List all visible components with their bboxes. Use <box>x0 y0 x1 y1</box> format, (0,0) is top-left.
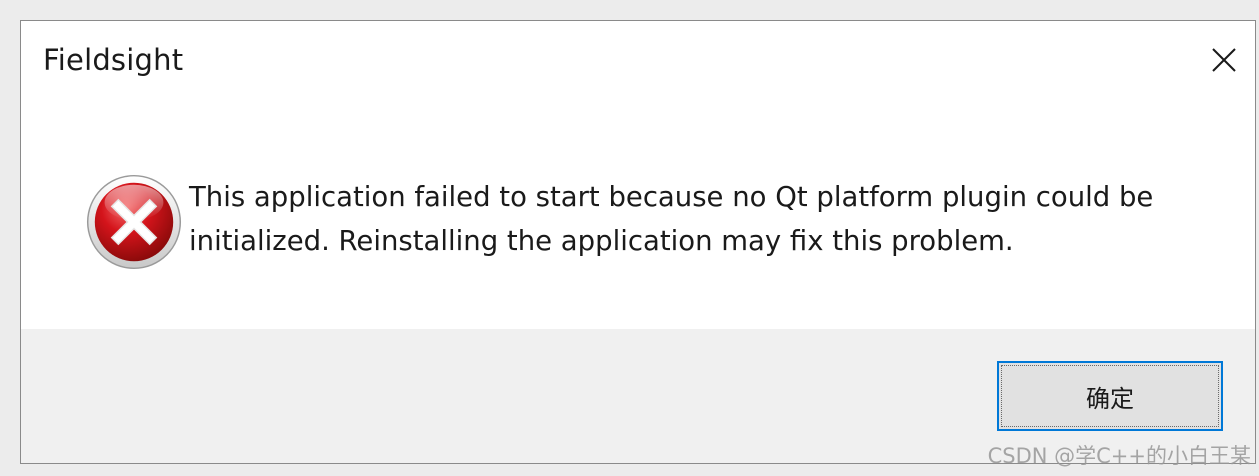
dialog-window: Fieldsight This application failed to st… <box>20 20 1256 464</box>
close-button[interactable] <box>1191 21 1255 101</box>
ok-button[interactable]: 确定 <box>997 361 1223 431</box>
title-bar: Fieldsight <box>21 21 1255 103</box>
dialog-title: Fieldsight <box>43 43 184 77</box>
close-icon <box>1212 48 1236 72</box>
error-icon <box>86 174 182 270</box>
watermark: CSDN @学C++的小白王某 <box>987 444 1251 468</box>
dialog-content: This application failed to start because… <box>21 103 1255 329</box>
error-message: This application failed to start because… <box>189 181 1154 257</box>
